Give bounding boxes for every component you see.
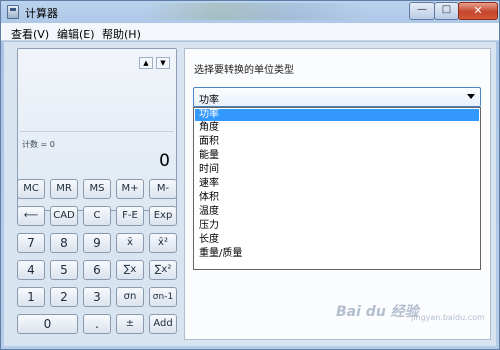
- unit-type-selected: 功率: [199, 95, 219, 106]
- ms-button[interactable]: MS: [83, 179, 111, 199]
- option-area[interactable]: 面积: [195, 136, 479, 148]
- menu-bar: 查看(V) 编辑(E) 帮助(H): [1, 23, 499, 41]
- history-down-button[interactable]: ▼: [156, 57, 170, 69]
- key-3[interactable]: 3: [83, 287, 111, 307]
- mc-button[interactable]: MC: [17, 179, 45, 199]
- history-up-button[interactable]: ▲: [139, 57, 153, 69]
- calculator-app-icon: [7, 5, 19, 19]
- calculator-body: ▲ ▼ 计数 = 0 0 MC MR MS M+ M- ⟵ CAD C F-E …: [4, 42, 496, 346]
- mean-button[interactable]: x̄: [116, 233, 144, 253]
- conversion-prompt: 选择要转换的单位类型: [194, 65, 294, 76]
- m-minus-button[interactable]: M-: [149, 179, 177, 199]
- maximize-button[interactable]: □: [434, 2, 459, 20]
- key-2[interactable]: 2: [50, 287, 78, 307]
- negate-button[interactable]: ±: [116, 314, 144, 334]
- decimal-button[interactable]: .: [83, 314, 111, 334]
- sum-square-button[interactable]: ∑x²: [149, 260, 177, 280]
- display-divider: [20, 131, 174, 132]
- exp-button[interactable]: Exp: [149, 206, 177, 226]
- key-9[interactable]: 9: [83, 233, 111, 253]
- window-title: 计算器: [25, 7, 58, 20]
- unit-type-dropdown-list: 功率 角度 面积 能量 时间 速率 体积 温度 压力 长度 重量/质量: [193, 107, 481, 270]
- menu-view[interactable]: 查看(V): [11, 26, 49, 42]
- option-energy[interactable]: 能量: [195, 150, 479, 162]
- cad-button[interactable]: CAD: [50, 206, 78, 226]
- key-7[interactable]: 7: [17, 233, 45, 253]
- option-angle[interactable]: 角度: [195, 122, 479, 134]
- key-1[interactable]: 1: [17, 287, 45, 307]
- close-button[interactable]: ✕: [458, 2, 498, 20]
- minimize-button[interactable]: —: [409, 2, 435, 20]
- mean-square-button[interactable]: x̄²: [149, 233, 177, 253]
- sigma-n-1-button[interactable]: σn-1: [149, 287, 177, 307]
- option-pressure[interactable]: 压力: [195, 220, 479, 232]
- add-button[interactable]: Add: [149, 314, 177, 334]
- key-8[interactable]: 8: [50, 233, 78, 253]
- key-5[interactable]: 5: [50, 260, 78, 280]
- sigma-n-button[interactable]: σn: [116, 287, 144, 307]
- clear-button[interactable]: C: [83, 206, 111, 226]
- key-0[interactable]: 0: [17, 314, 78, 334]
- baidu-watermark-url: jingyan.baidu.com: [411, 313, 485, 322]
- calculator-window: 计算器 — □ ✕ 查看(V) 编辑(E) 帮助(H) ▲ ▼ 计数 = 0 0…: [0, 0, 500, 350]
- unit-type-select[interactable]: 功率: [193, 87, 481, 107]
- option-velocity[interactable]: 速率: [195, 178, 479, 190]
- mr-button[interactable]: MR: [50, 179, 78, 199]
- option-weight-mass[interactable]: 重量/质量: [195, 248, 479, 260]
- key-6[interactable]: 6: [83, 260, 111, 280]
- option-temperature[interactable]: 温度: [195, 206, 479, 218]
- display-value: 0: [159, 151, 170, 171]
- count-label: 计数 = 0: [22, 140, 55, 149]
- fe-button[interactable]: F-E: [116, 206, 144, 226]
- option-volume[interactable]: 体积: [195, 192, 479, 204]
- m-plus-button[interactable]: M+: [116, 179, 144, 199]
- key-4[interactable]: 4: [17, 260, 45, 280]
- blurred-title-region: [141, 3, 371, 20]
- title-bar[interactable]: 计算器 — □ ✕: [1, 1, 499, 23]
- dropdown-arrow-icon: [467, 94, 475, 99]
- option-time[interactable]: 时间: [195, 164, 479, 176]
- menu-help[interactable]: 帮助(H): [102, 26, 141, 42]
- menu-edit[interactable]: 编辑(E): [57, 26, 95, 42]
- unit-converter-panel: 选择要转换的单位类型 功率 功率 角度 面积 能量 时间 速率 体积 温度 压力…: [184, 48, 491, 340]
- backspace-button[interactable]: ⟵: [17, 206, 45, 226]
- option-length[interactable]: 长度: [195, 234, 479, 246]
- sum-button[interactable]: ∑x: [116, 260, 144, 280]
- option-power[interactable]: 功率: [195, 109, 479, 121]
- baidu-watermark: Bai du 经验: [336, 304, 419, 320]
